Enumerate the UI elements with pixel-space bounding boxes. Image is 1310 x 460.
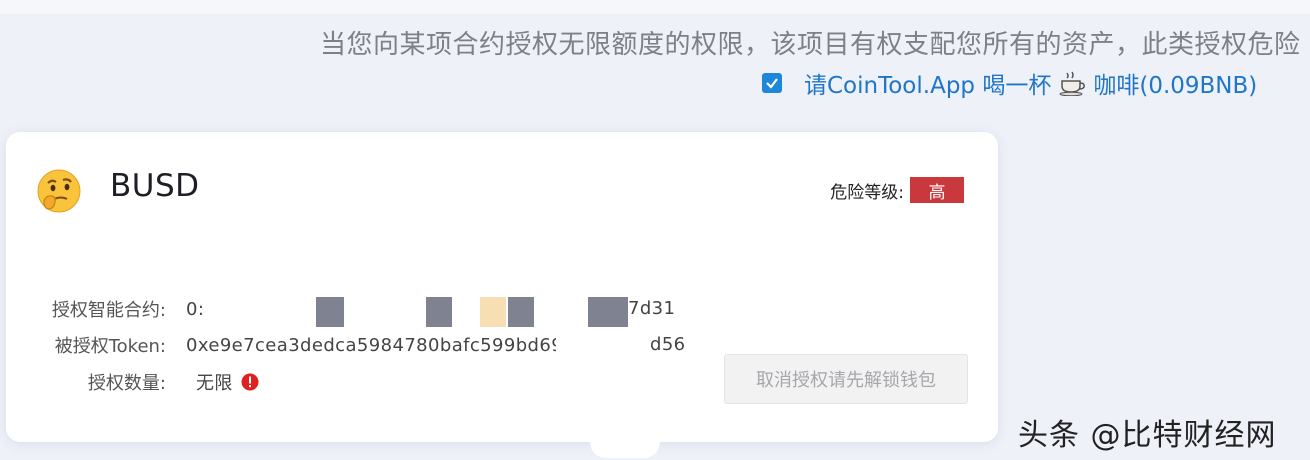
coffee-icon xyxy=(1057,70,1087,96)
contract-address-start: 0: xyxy=(186,298,205,320)
token-row: 被授权Token: 0xe9e7cea3dedca5984780bafc599b… xyxy=(6,332,556,358)
tip-checkbox[interactable] xyxy=(762,73,782,93)
risk-level: 危险等级: 高 xyxy=(830,177,964,203)
warning-text: 当您向某项合约授权无限额度的权限，该项目有权支配您所有的资产，此类授权危险 xyxy=(320,30,1301,60)
amount-row: 授权数量: 无限 xyxy=(6,369,259,395)
token-address-end: d56 xyxy=(650,334,686,355)
check-icon xyxy=(766,78,778,89)
contract-row: 授权智能合约: 0: xyxy=(6,296,204,322)
token-label: 被授权Token: xyxy=(54,336,166,357)
amount-label: 授权数量: xyxy=(87,373,166,394)
thinking-face-icon xyxy=(36,168,82,214)
redaction-block xyxy=(316,297,344,327)
contract-label: 授权智能合约: xyxy=(51,300,166,321)
tip-coffee-text: 咖啡(0.09BNB) xyxy=(1093,73,1258,99)
tip-text: 请CoinTool.App 喝一杯 xyxy=(804,73,1052,99)
redaction-block xyxy=(556,330,656,360)
redaction-block xyxy=(426,297,452,327)
tip-link[interactable]: 请CoinTool.App 喝一杯 咖啡(0.09BNB) xyxy=(804,66,1257,100)
alert-icon xyxy=(241,373,259,391)
card-pointer xyxy=(590,438,660,458)
redaction-block xyxy=(480,297,506,327)
risk-badge: 高 xyxy=(910,177,964,203)
token-name: BUSD xyxy=(110,168,200,204)
revoke-approval-button[interactable]: 取消授权请先解锁钱包 xyxy=(724,354,968,404)
approval-card: BUSD 危险等级: 高 授权智能合约: 0: 7d31 被授权Token: 0… xyxy=(6,132,998,442)
amount-value: 无限 xyxy=(196,373,233,394)
tip-row[interactable]: 请CoinTool.App 喝一杯 咖啡(0.09BNB) xyxy=(762,66,1257,100)
redaction-block xyxy=(508,297,534,327)
top-band xyxy=(0,0,1310,14)
risk-label: 危险等级: xyxy=(830,182,904,203)
watermark: 头条 @比特财经网 xyxy=(1018,418,1277,453)
contract-address-end: 7d31 xyxy=(628,298,676,319)
redaction-block xyxy=(588,297,628,327)
token-address-start: 0xe9e7cea3dedca5984780bafc599bd69add087d… xyxy=(186,334,556,356)
